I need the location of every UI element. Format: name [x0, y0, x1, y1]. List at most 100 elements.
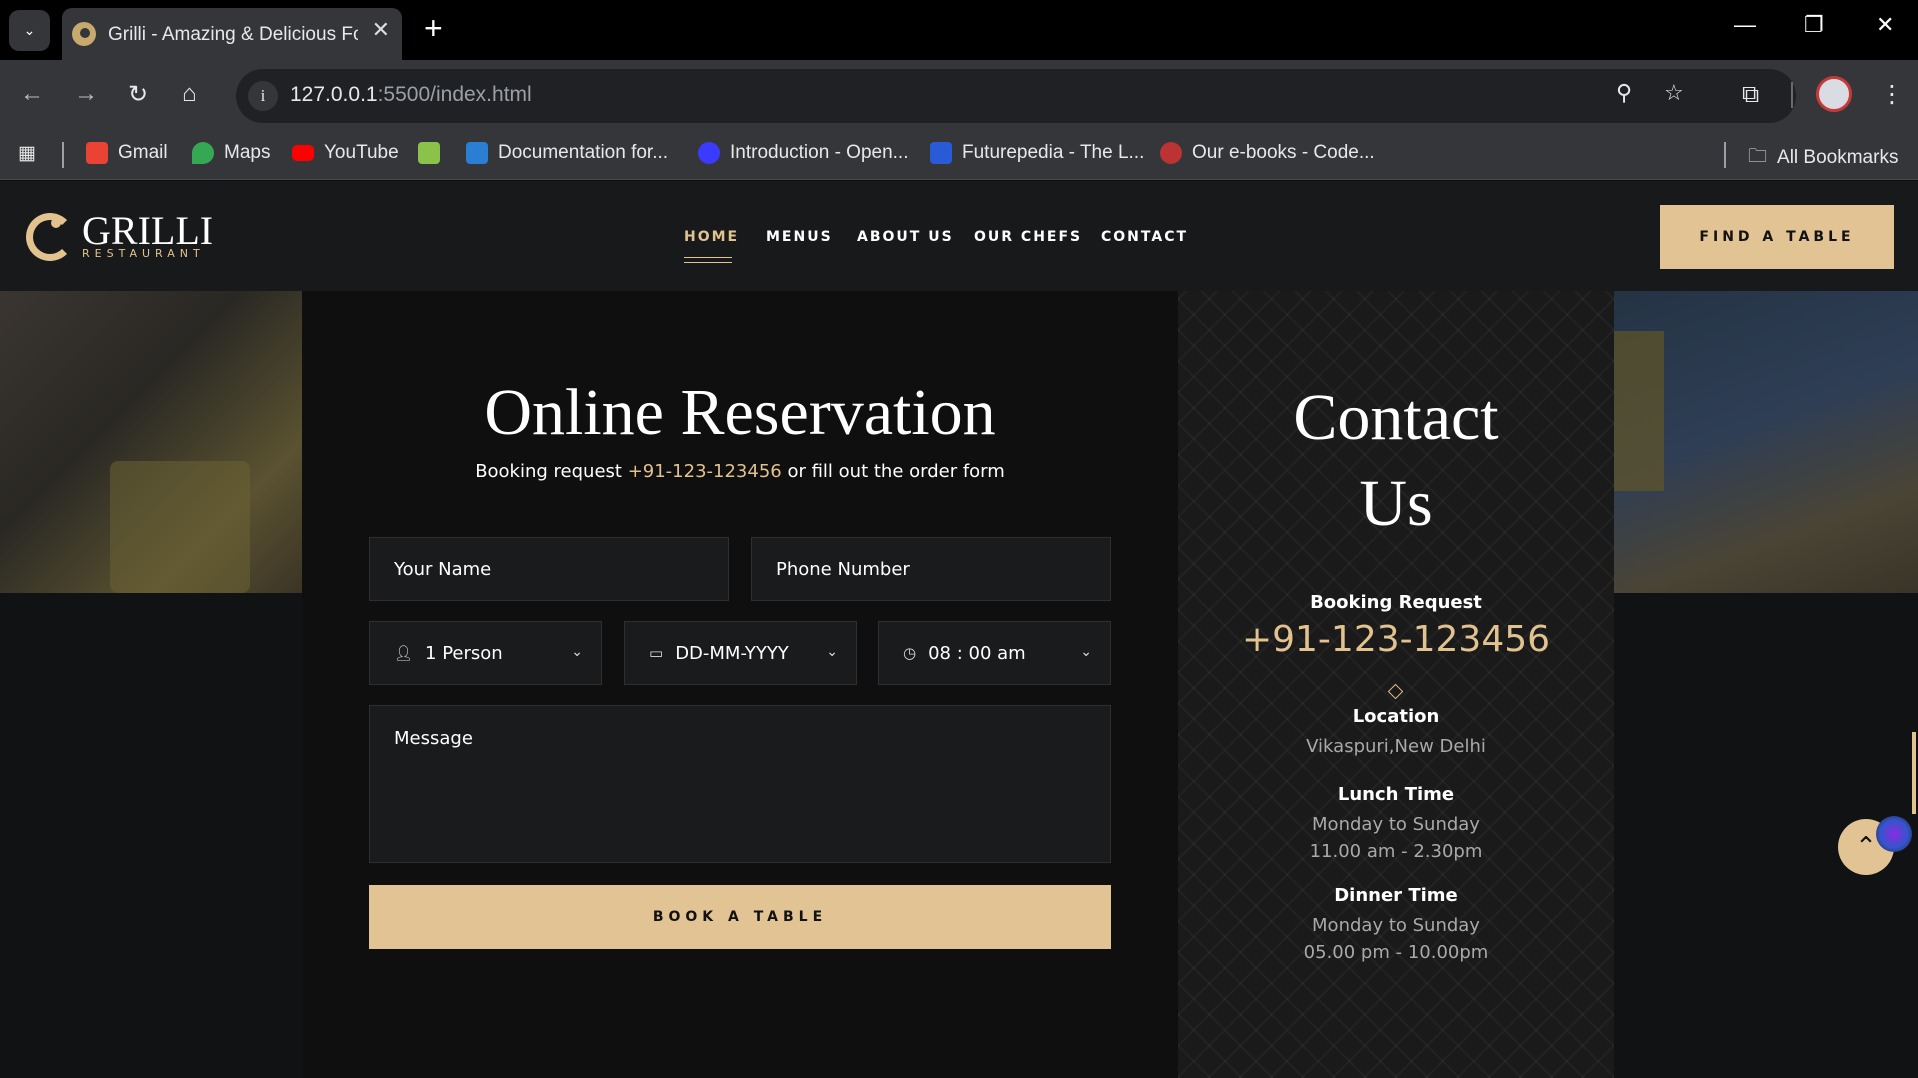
chevron-down-icon: ⌄: [826, 644, 838, 660]
background-photo-right: [1614, 291, 1918, 593]
bookmark-star-icon[interactable]: ☆: [1664, 81, 1684, 106]
apps-grid-icon[interactable]: ▦: [18, 142, 36, 165]
bookmark-label: Introduction - Open...: [730, 142, 909, 163]
lunch-time-heading: Lunch Time: [1337, 784, 1455, 805]
grilli-logo-icon[interactable]: [26, 213, 74, 261]
bookmark-label: YouTube: [324, 142, 399, 163]
chevron-down-icon: ⌄: [1080, 644, 1092, 660]
vscode-icon: [466, 142, 488, 164]
book-a-table-button[interactable]: BOOK A TABLE: [369, 885, 1111, 949]
profile-avatar[interactable]: [1816, 76, 1852, 112]
tab-search-button[interactable]: ⌄: [9, 10, 50, 51]
nav-menus[interactable]: MENUS: [766, 229, 833, 245]
extensions-icon[interactable]: ⧉: [1742, 80, 1759, 108]
reservation-form-panel: Online Reservation Booking request +91-1…: [302, 291, 1178, 1078]
nav-contact[interactable]: CONTACT: [1101, 229, 1188, 245]
chevron-up-icon: ⌃: [1855, 832, 1877, 862]
location-heading: Location: [1352, 706, 1440, 727]
bookmark-ebooks[interactable]: Our e-books - Code...: [1160, 142, 1375, 164]
folder-icon: 🗀: [1748, 146, 1768, 167]
date-value: DD-MM-YYYY: [675, 642, 789, 664]
futurepedia-icon: [930, 142, 952, 164]
name-placeholder: Your Name: [394, 558, 492, 580]
youtube-icon: [292, 145, 314, 161]
browser-tab-bar: ⌄ Grilli - Amazing & Delicious Food ✕ + …: [0, 0, 1918, 60]
bookmark-documentation[interactable]: Documentation for...: [466, 142, 668, 164]
new-tab-button[interactable]: +: [424, 10, 443, 47]
booking-phone[interactable]: +91-123-123456: [1178, 619, 1614, 660]
time-value: 08 : 00 am: [928, 642, 1026, 664]
site-header: GRILLI RESTAURANT HOME MENUS ABOUT US OU…: [0, 181, 1918, 291]
name-input[interactable]: Your Name: [369, 537, 729, 601]
dinner-time-heading: Dinner Time: [1334, 885, 1458, 906]
time-select[interactable]: ◷ 08 : 00 am ⌄: [878, 621, 1111, 685]
minimize-icon[interactable]: —: [1734, 12, 1756, 38]
logo-subtitle: RESTAURANT: [82, 247, 205, 260]
url-host: 127.0.0.1: [290, 83, 378, 106]
forward-icon[interactable]: →: [74, 80, 98, 108]
bookmark-label: Futurepedia - The L...: [962, 142, 1145, 163]
find-a-table-button[interactable]: FIND A TABLE: [1660, 205, 1894, 269]
toolbar-divider: [1791, 82, 1793, 108]
bookmark-label: Our e-books - Code...: [1192, 142, 1375, 163]
home-icon[interactable]: ⌂: [182, 80, 197, 108]
booking-request-heading: Booking Request: [1310, 592, 1482, 613]
bookmark-label: Gmail: [118, 142, 168, 163]
person-icon: 👤︎: [394, 644, 414, 662]
contact-panel: Contact Us Booking Request +91-123-123456…: [1178, 291, 1614, 1078]
contact-title: Contact Us: [1178, 375, 1614, 547]
browser-tab[interactable]: Grilli - Amazing & Delicious Food ✕: [62, 8, 402, 60]
lunch-days: Monday to Sunday: [1312, 814, 1480, 835]
web-page: GRILLI RESTAURANT HOME MENUS ABOUT US OU…: [0, 181, 1918, 1078]
openai-icon: [698, 142, 720, 164]
all-bookmarks-label: All Bookmarks: [1777, 147, 1899, 168]
date-input[interactable]: ▭ DD-MM-YYYY ⌄: [624, 621, 857, 685]
zoom-icon[interactable]: ⚲: [1616, 81, 1632, 106]
phone-input[interactable]: Phone Number: [751, 537, 1111, 601]
booking-phone-link[interactable]: +91-123-123456: [628, 461, 782, 482]
phone-placeholder: Phone Number: [776, 558, 910, 580]
message-placeholder: Message: [394, 728, 473, 749]
chevron-down-icon: ⌄: [571, 644, 583, 660]
message-textarea[interactable]: Message: [369, 705, 1111, 863]
assistant-orb-icon[interactable]: [1876, 816, 1912, 852]
clock-icon: ◷: [903, 644, 917, 662]
subtitle-text: Booking request: [475, 461, 628, 482]
url-path: :5500/index.html: [377, 83, 532, 106]
nav-home[interactable]: HOME: [684, 229, 739, 245]
bookmark-introduction[interactable]: Introduction - Open...: [698, 142, 909, 164]
location-text: Vikaspuri,New Delhi: [1306, 736, 1486, 757]
calendar-icon: ▭: [649, 644, 664, 662]
background-photo-left: [0, 291, 302, 593]
person-select[interactable]: 👤︎ 1 Person ⌄: [369, 621, 602, 685]
more-menu-icon[interactable]: ⋮: [1880, 80, 1904, 108]
restore-icon[interactable]: ❐: [1804, 12, 1824, 38]
site-info-icon[interactable]: i: [248, 81, 278, 111]
nav-about-us[interactable]: ABOUT US: [857, 229, 954, 245]
close-icon[interactable]: ✕: [372, 18, 390, 43]
nav-our-chefs[interactable]: OUR CHEFS: [974, 229, 1082, 245]
reload-icon[interactable]: ↻: [128, 80, 148, 109]
maps-icon: [192, 142, 214, 164]
bookmark-maps[interactable]: Maps: [192, 142, 270, 164]
contact-title-line: Us: [1359, 467, 1433, 540]
back-icon[interactable]: ←: [20, 80, 44, 108]
browser-toolbar: ← → ↻ ⌂ i 127.0.0.1:5500/index.html ⚲ ☆ …: [0, 60, 1918, 130]
page-scrollbar[interactable]: [1912, 732, 1916, 814]
close-window-icon[interactable]: ✕: [1876, 12, 1894, 38]
dinner-days: Monday to Sunday: [1312, 915, 1480, 936]
bookmark-label: Maps: [224, 142, 271, 163]
address-bar[interactable]: i 127.0.0.1:5500/index.html ⚲ ☆: [236, 69, 1796, 123]
lunch-hours: 11.00 am - 2.30pm: [1309, 841, 1483, 862]
all-bookmarks[interactable]: 🗀 All Bookmarks: [1748, 142, 1898, 174]
bookmarks-divider: [62, 142, 64, 168]
bookmark-youtube[interactable]: YouTube: [292, 142, 399, 164]
reservation-subtitle: Booking request +91-123-123456 or fill o…: [302, 461, 1178, 482]
bookmark-extension[interactable]: [418, 142, 440, 164]
bookmarks-divider: [1724, 142, 1726, 168]
diamond-divider-icon: [1387, 683, 1404, 700]
codewithharry-icon: [1160, 142, 1182, 164]
reservation-title: Online Reservation: [484, 376, 996, 449]
bookmark-futurepedia[interactable]: Futurepedia - The L...: [930, 142, 1144, 164]
bookmark-gmail[interactable]: Gmail: [86, 142, 168, 164]
